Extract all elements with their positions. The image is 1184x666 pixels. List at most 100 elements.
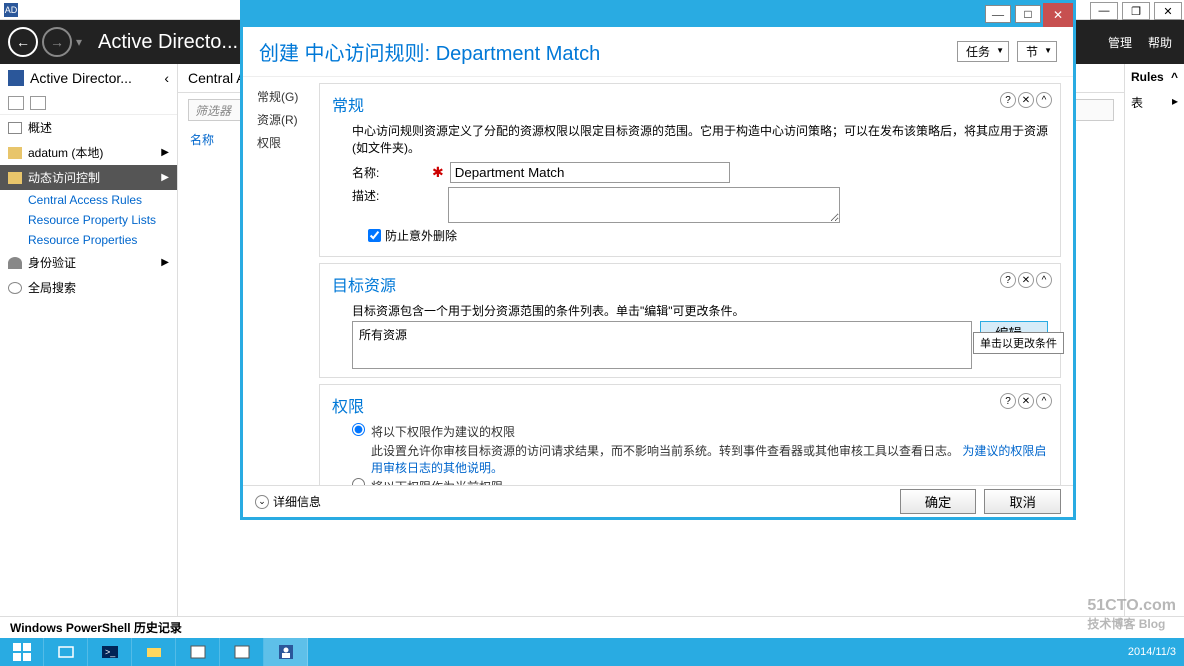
management-icon xyxy=(189,643,207,661)
section-perm-title: 权限 xyxy=(332,393,1048,417)
tasks-dropdown[interactable]: 任务 xyxy=(957,41,1009,62)
sidebar-view-toolbar xyxy=(0,92,177,115)
dialog-header: 创建 中心访问规则: Department Match 任务 节 xyxy=(243,27,1073,77)
search-icon xyxy=(8,282,22,294)
section-general: 常规 ? ✕ ^ 中心访问规则资源定义了分配的资源权限以限定目标资源的范围。它用… xyxy=(319,83,1061,257)
proposed-permissions-desc: 此设置允许你审核目标资源的访问请求结果，而不影响当前系统。转到事件查看器或其他审… xyxy=(371,444,959,458)
nav-back-button[interactable]: ← xyxy=(8,27,38,57)
windows-logo-icon xyxy=(13,643,31,661)
sidebar-sub-car[interactable]: Central Access Rules xyxy=(0,190,177,210)
start-button[interactable] xyxy=(0,638,44,666)
tray-date: 2014/11/3 xyxy=(1128,646,1176,658)
chevron-down-icon: ⌄ xyxy=(255,495,269,509)
section-collapse-icon[interactable]: ^ xyxy=(1036,393,1052,409)
outer-minimize-button[interactable]: — xyxy=(1090,2,1118,20)
header-manage-link[interactable]: 管理 xyxy=(1108,34,1132,51)
user-icon xyxy=(8,257,22,269)
ad-icon xyxy=(277,643,295,661)
taskbar-tray[interactable]: 2014/11/3 xyxy=(1128,646,1184,658)
dialog-minimize-button[interactable]: — xyxy=(985,5,1011,23)
overview-icon xyxy=(8,122,22,134)
taskbar-app-2[interactable] xyxy=(220,638,264,666)
section-close-icon[interactable]: ✕ xyxy=(1018,272,1034,288)
target-conditions-box: 所有资源 xyxy=(352,321,972,369)
taskbar-powershell[interactable]: >_ xyxy=(88,638,132,666)
sidebar: Active Director... ‹ 概述 adatum (本地) ▶ 动态… xyxy=(0,64,178,638)
dialog-close-button[interactable]: ✕ xyxy=(1043,3,1073,27)
ad-breadcrumb-title: Active Directo... xyxy=(98,31,238,54)
target-edit-tooltip: 单击以更改条件 xyxy=(973,332,1064,354)
current-permissions-radio[interactable] xyxy=(352,478,365,485)
svg-text:>_: >_ xyxy=(105,647,116,657)
dialog-nav: 常规(G) 资源(R) 权限 xyxy=(243,77,315,485)
nav-resource[interactable]: 资源(R) xyxy=(247,108,311,131)
nav-permission[interactable]: 权限 xyxy=(247,131,311,154)
taskbar-server-manager[interactable] xyxy=(44,638,88,666)
taskbar-explorer[interactable] xyxy=(132,638,176,666)
taskbar: >_ 2014/11/3 xyxy=(0,638,1184,666)
chevron-up-icon: ^ xyxy=(1171,70,1178,84)
section-general-title: 常规 xyxy=(332,92,1048,116)
details-toggle[interactable]: ⌄ 详细信息 xyxy=(255,493,321,510)
taskbar-ad-admin-center[interactable] xyxy=(264,638,308,666)
dialog-titlebar: — □ ✕ xyxy=(243,3,1073,27)
outer-maximize-button[interactable]: ❐ xyxy=(1122,2,1150,20)
section-collapse-icon[interactable]: ^ xyxy=(1036,92,1052,108)
proposed-permissions-label: 将以下权限作为建议的权限 xyxy=(371,425,515,439)
ad-icon xyxy=(8,70,24,86)
description-textarea[interactable] xyxy=(448,187,840,223)
chevron-right-icon: ▶ xyxy=(161,147,169,158)
name-input[interactable] xyxy=(450,162,730,183)
section-close-icon[interactable]: ✕ xyxy=(1018,393,1034,409)
dialog-main: 常规 ? ✕ ^ 中心访问规则资源定义了分配的资源权限以限定目标资源的范围。它用… xyxy=(315,77,1073,485)
folder-icon xyxy=(145,643,163,661)
nav-general[interactable]: 常规(G) xyxy=(247,85,311,108)
chevron-right-icon: ▸ xyxy=(1172,94,1178,108)
current-permissions-label: 将以下权限作为当前权限 xyxy=(371,480,503,485)
powershell-history-panel[interactable]: Windows PowerShell 历史记录 xyxy=(0,616,1184,638)
sidebar-item-overview[interactable]: 概述 xyxy=(0,115,177,140)
powershell-icon: >_ xyxy=(101,643,119,661)
dialog-footer: ⌄ 详细信息 确定 取消 xyxy=(243,485,1073,517)
required-asterisk-icon: ✱ xyxy=(432,164,444,181)
section-help-icon[interactable]: ? xyxy=(1000,393,1016,409)
sidebar-sub-rpl[interactable]: Resource Property Lists xyxy=(0,210,177,230)
taskbar-app-1[interactable] xyxy=(176,638,220,666)
section-help-icon[interactable]: ? xyxy=(1000,92,1016,108)
name-label: 名称: xyxy=(352,164,432,181)
ad-app-icon: AD xyxy=(4,3,18,17)
sections-dropdown[interactable]: 节 xyxy=(1017,41,1057,62)
server-manager-icon xyxy=(57,643,75,661)
right-pane-item[interactable]: 表 ▸ xyxy=(1125,90,1184,115)
tree-view-icon[interactable] xyxy=(30,96,46,110)
nav-forward-button[interactable]: → xyxy=(42,27,72,57)
watermark: 51CTO.com 技术博客 Blog xyxy=(1087,597,1176,632)
proposed-permissions-radio[interactable] xyxy=(352,423,365,436)
dialog-maximize-button[interactable]: □ xyxy=(1015,5,1041,23)
sidebar-item-identity[interactable]: 身份验证 ▶ xyxy=(0,250,177,275)
sidebar-item-adatum[interactable]: adatum (本地) ▶ xyxy=(0,140,177,165)
prevent-delete-checkbox[interactable] xyxy=(368,229,381,242)
sidebar-item-dynamic-access[interactable]: 动态访问控制 ▶ xyxy=(0,165,177,190)
dialog-title: 创建 中心访问规则: Department Match xyxy=(259,37,600,66)
section-target-title: 目标资源 xyxy=(332,272,1048,296)
ok-button[interactable]: 确定 xyxy=(900,489,977,514)
section-help-icon[interactable]: ? xyxy=(1000,272,1016,288)
prevent-delete-label: 防止意外删除 xyxy=(385,227,457,244)
section-close-icon[interactable]: ✕ xyxy=(1018,92,1034,108)
sidebar-collapse-button[interactable]: ‹ xyxy=(164,70,169,86)
folder-icon xyxy=(8,147,22,159)
outer-close-button[interactable]: ✕ xyxy=(1154,2,1182,20)
chevron-right-icon: ▶ xyxy=(161,257,169,268)
sidebar-sub-rp[interactable]: Resource Properties xyxy=(0,230,177,250)
section-collapse-icon[interactable]: ^ xyxy=(1036,272,1052,288)
cancel-button[interactable]: 取消 xyxy=(984,489,1061,514)
header-help-link[interactable]: 帮助 xyxy=(1148,34,1172,51)
description-label: 描述: xyxy=(352,187,432,204)
right-pane-rules-header[interactable]: Rules ^ xyxy=(1125,64,1184,90)
tools-icon xyxy=(233,643,251,661)
list-view-icon[interactable] xyxy=(8,96,24,110)
sidebar-title: Active Director... ‹ xyxy=(0,64,177,92)
general-description: 中心访问规则资源定义了分配的资源权限以限定目标资源的范围。它用于构造中心访问策略… xyxy=(352,122,1048,156)
sidebar-item-global-search[interactable]: 全局搜索 xyxy=(0,275,177,300)
